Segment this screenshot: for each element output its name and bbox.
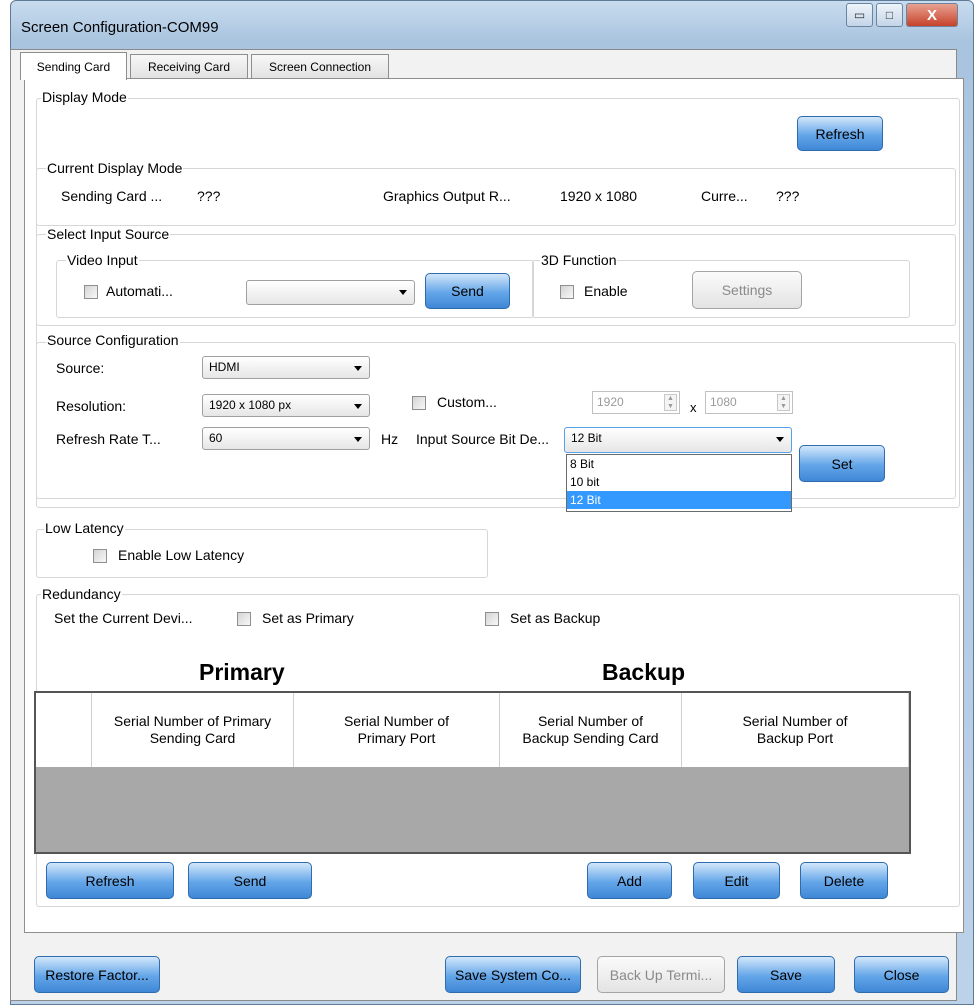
maximize-button[interactable]: □ (876, 3, 903, 27)
bit-depth-option-8[interactable]: 8 Bit (567, 455, 791, 473)
3d-enable-checkbox[interactable] (560, 285, 574, 299)
display-refresh-button[interactable]: Refresh (797, 116, 883, 151)
source-label: Source: (56, 360, 105, 376)
resolution-select[interactable]: 1920 x 1080 px (202, 394, 370, 417)
display-mode-legend: Display Mode (41, 89, 128, 105)
video-input-legend: Video Input (66, 252, 139, 268)
bit-depth-dropdown-list: 8 Bit 10 bit 12 Bit (566, 454, 792, 512)
table-corner-header (36, 693, 92, 767)
chevron-down-icon (399, 290, 407, 295)
bit-depth-option-12[interactable]: 12 Bit (567, 491, 791, 509)
3d-function-legend: 3D Function (540, 252, 618, 268)
hz-label: Hz (381, 431, 399, 447)
chevron-down-icon (354, 437, 362, 442)
custom-checkbox[interactable] (412, 396, 426, 410)
refresh-rate-value: 60 (209, 431, 223, 445)
set-primary-label: Set as Primary (262, 610, 354, 626)
chevron-down-icon (354, 404, 362, 409)
resolution-select-value: 1920 x 1080 px (209, 398, 292, 412)
sending-card-label: Sending Card ... (61, 188, 163, 204)
save-system-config-button[interactable]: Save System Co... (445, 956, 581, 993)
chevron-down-icon (776, 437, 784, 442)
save-button[interactable]: Save (737, 956, 835, 993)
bit-depth-value: 12 Bit (571, 431, 602, 445)
refresh-rate-select[interactable]: 60 (202, 427, 370, 450)
bit-depth-label: Input Source Bit De... (416, 431, 550, 447)
custom-label: Custom... (437, 394, 497, 410)
backup-terminal-button[interactable]: Back Up Termi... (597, 956, 725, 993)
window-title: Screen Configuration-COM99 (21, 19, 219, 36)
primary-heading: Primary (199, 659, 285, 685)
set-backup-label: Set as Backup (510, 610, 601, 626)
add-button[interactable]: Add (587, 862, 672, 899)
bit-depth-option-10[interactable]: 10 bit (567, 473, 791, 491)
low-latency-legend: Low Latency (44, 520, 125, 536)
bit-depth-select[interactable]: 12 Bit (564, 427, 792, 453)
video-input-select[interactable] (246, 280, 415, 305)
low-latency-label: Enable Low Latency (118, 547, 245, 563)
video-send-button[interactable]: Send (425, 273, 510, 309)
page: Screen Configuration-COM99 ▭ □ X Sending… (0, 0, 974, 1005)
custom-height-value: 1080 (710, 395, 737, 409)
col-backup-port[interactable]: Serial Number of Backup Port (682, 693, 909, 767)
redundancy-refresh-button[interactable]: Refresh (46, 862, 174, 899)
sending-card-value: ??? (197, 188, 221, 204)
refresh-rate-label: Refresh Rate T... (56, 431, 161, 447)
close-button[interactable]: Close (854, 956, 949, 993)
minimize-button[interactable]: ▭ (846, 3, 873, 27)
tab-receiving-card[interactable]: Receiving Card (130, 54, 248, 78)
3d-enable-label: Enable (584, 283, 628, 299)
times-label: x (690, 400, 697, 415)
resolution-label: Resolution: (56, 398, 127, 414)
redundancy-legend: Redundancy (41, 586, 122, 602)
set-button[interactable]: Set (799, 445, 885, 482)
backup-heading: Backup (602, 659, 686, 685)
col-primary-port[interactable]: Serial Number of Primary Port (294, 693, 500, 767)
col-backup-sending-card[interactable]: Serial Number of Backup Sending Card (500, 693, 682, 767)
graphics-output-label: Graphics Output R... (383, 188, 511, 204)
set-primary-checkbox[interactable] (237, 612, 251, 626)
redundancy-send-button[interactable]: Send (188, 862, 312, 899)
source-config-legend: Source Configuration (46, 332, 180, 348)
current-display-legend: Current Display Mode (46, 160, 184, 176)
3d-settings-button[interactable]: Settings (692, 271, 802, 309)
restore-factory-button[interactable]: Restore Factor... (34, 956, 160, 993)
custom-width-input[interactable]: 1920 ▲ ▼ (592, 391, 680, 414)
low-latency-checkbox[interactable] (93, 549, 107, 563)
chevron-down-icon (354, 366, 362, 371)
current-label: Curre... (701, 188, 748, 204)
col-primary-sending-card[interactable]: Serial Number of Primary Sending Card (92, 693, 294, 767)
current-value: ??? (776, 188, 800, 204)
source-select-value: HDMI (209, 360, 240, 374)
custom-width-value: 1920 (597, 395, 624, 409)
edit-button[interactable]: Edit (693, 862, 780, 899)
source-select[interactable]: HDMI (202, 356, 370, 379)
tab-sending-card[interactable]: Sending Card (20, 52, 127, 80)
spin-arrows-icon[interactable]: ▲ ▼ (664, 394, 677, 411)
automatic-label: Automati... (106, 283, 173, 299)
automatic-checkbox[interactable] (84, 285, 98, 299)
close-window-button[interactable]: X (906, 3, 958, 27)
set-backup-checkbox[interactable] (485, 612, 499, 626)
input-source-legend: Select Input Source (46, 226, 171, 242)
spin-arrows-icon[interactable]: ▲ ▼ (777, 394, 790, 411)
redundancy-table: Serial Number of Primary Sending Card Se… (34, 691, 911, 854)
graphics-output-value: 1920 x 1080 (560, 188, 638, 204)
tab-screen-connection[interactable]: Screen Connection (251, 54, 389, 78)
delete-button[interactable]: Delete (800, 862, 888, 899)
set-current-device-label: Set the Current Devi... (54, 610, 193, 626)
custom-height-input[interactable]: 1080 ▲ ▼ (705, 391, 793, 414)
